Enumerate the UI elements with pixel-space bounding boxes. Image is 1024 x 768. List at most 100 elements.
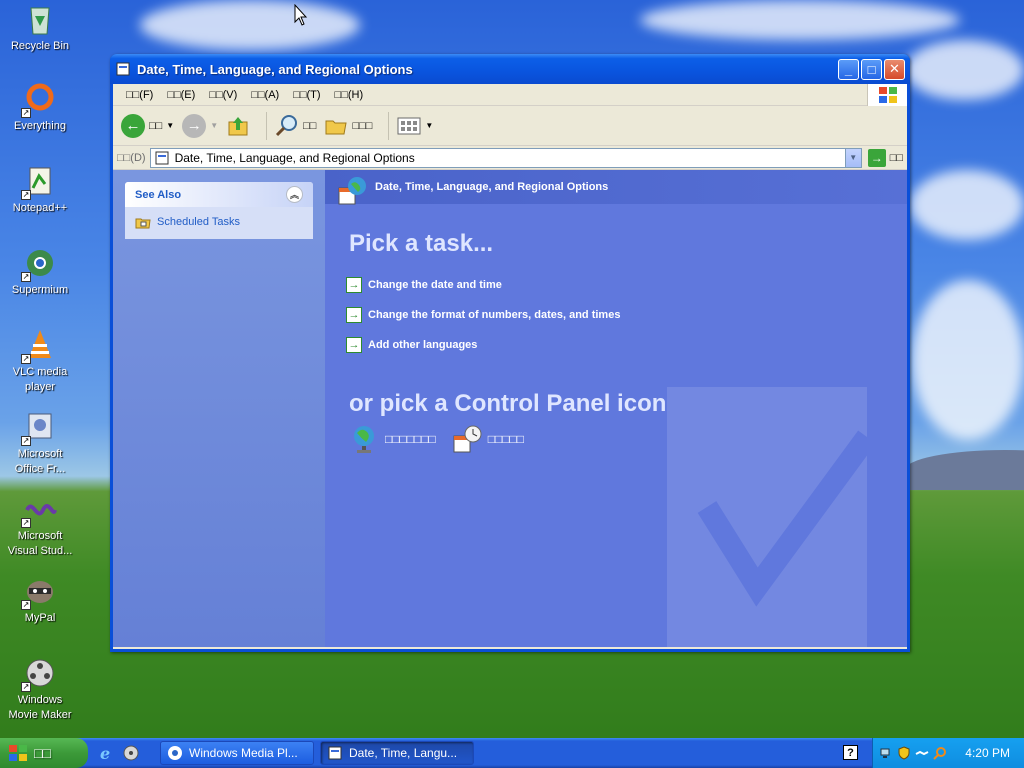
close-button[interactable]: ✕	[884, 58, 905, 80]
desktop-icon-notepadpp[interactable]: ↗ Notepad++	[2, 164, 78, 216]
movie-maker-icon: ↗	[21, 656, 57, 692]
back-arrow-icon: ←	[121, 113, 145, 138]
cable-icon[interactable]	[915, 746, 929, 760]
search-icon	[276, 114, 298, 136]
desktop-icon-label: Supermium	[11, 284, 69, 296]
clock[interactable]: 4:20 PM	[965, 746, 1010, 760]
scheduled-tasks-icon	[135, 218, 151, 229]
task-label: Add other languages	[368, 339, 478, 351]
security-shield-icon[interactable]	[897, 746, 911, 760]
category-banner: Date, Time, Language, and Regional Optio…	[325, 170, 907, 205]
shortcut-arrow-icon: ↗	[21, 600, 31, 610]
everything-icon: ↗	[21, 82, 57, 118]
task-arrow-icon: →	[346, 337, 362, 353]
desktop-icon-label: Microsoft Visual Stud...	[7, 530, 73, 557]
see-also-title: See Also	[135, 188, 182, 201]
taskbar-button-media-player[interactable]: Windows Media Pl...	[160, 741, 314, 765]
shortcut-arrow-icon: ↗	[21, 108, 31, 118]
go-label: □□	[889, 151, 903, 164]
forward-arrow-icon: →	[182, 113, 207, 138]
desktop-icon-office[interactable]: ↗ Microsoft Office Fr...	[2, 410, 78, 477]
minimize-button[interactable]: _	[838, 58, 859, 80]
task-add-languages[interactable]: → Add other languages	[346, 330, 907, 360]
desktop-icon-vlc[interactable]: ↗ VLC media player	[2, 328, 78, 395]
desktop-icon-everything[interactable]: ↗ Everything	[2, 82, 78, 134]
visual-studio-icon: ↗	[21, 492, 57, 528]
shortcut-arrow-icon: ↗	[21, 436, 31, 446]
chevron-down-icon[interactable]: ▼	[425, 121, 433, 130]
menu-bar: □□(F) □□(E) □□(V) □□(A) □□(T) □□(H)	[113, 84, 907, 106]
network-icon[interactable]	[879, 746, 893, 760]
checkmark-watermark-icon	[667, 387, 876, 647]
task-change-format[interactable]: → Change the format of numbers, dates, a…	[346, 300, 907, 330]
taskbar-button-label: Date, Time, Langu...	[349, 746, 458, 760]
folders-button[interactable]: □□□	[324, 114, 372, 138]
mouse-cursor-icon	[294, 4, 308, 26]
collapse-chevron-icon[interactable]: ︽	[286, 186, 303, 203]
folder-icon	[325, 120, 348, 134]
desktop-icon-label: VLC media player	[12, 366, 68, 393]
task-label: Change the format of numbers, dates, and…	[368, 309, 621, 321]
start-label: □□	[34, 745, 51, 761]
address-input[interactable]: Date, Time, Language, and Regional Optio…	[149, 147, 862, 168]
taskbar: □□ e Windows Media Pl... Date, Time, Lan…	[0, 738, 1024, 768]
menu-file[interactable]: □□(F)	[119, 89, 160, 101]
desktop-icon-label: Notepad++	[12, 202, 68, 214]
toolbar-separator	[266, 111, 268, 140]
windows-flag-icon	[9, 745, 27, 761]
task-pane: See Also ︽ Scheduled Tasks	[113, 170, 325, 647]
folders-label: □□□	[352, 119, 373, 132]
chevron-down-icon[interactable]: ▼	[210, 121, 218, 130]
desktop-icon-supermium[interactable]: ↗ Supermium	[2, 246, 78, 298]
notepadpp-icon: ↗	[21, 164, 57, 200]
desktop-icon-mypal[interactable]: ↗ MyPal	[2, 574, 78, 626]
menu-help[interactable]: □□(H)	[328, 89, 371, 101]
taskbar-button-date-time[interactable]: Date, Time, Langu...	[320, 741, 474, 765]
task-change-date-time[interactable]: → Change the date and time	[346, 270, 907, 300]
help-icon[interactable]: ?	[843, 745, 858, 760]
back-button[interactable]: ← □□ ▼	[121, 113, 174, 138]
window-titlebar[interactable]: Date, Time, Language, and Regional Optio…	[110, 54, 910, 84]
desktop-icon-label: Recycle Bin	[10, 40, 70, 52]
menu-edit[interactable]: □□(E)	[160, 89, 202, 101]
up-button[interactable]	[226, 114, 250, 138]
desktop-icon-recycle-bin[interactable]: Recycle Bin	[2, 2, 78, 54]
search-label: □□	[303, 119, 317, 132]
desktop-icon-visual-studio[interactable]: ↗ Microsoft Visual Stud...	[2, 492, 78, 559]
mypal-raccoon-icon: ↗	[21, 574, 57, 610]
scheduled-tasks-link[interactable]: Scheduled Tasks	[135, 215, 303, 229]
regional-options-icon-item[interactable]: □□□□□□□	[349, 424, 436, 454]
views-button[interactable]: ▼	[397, 116, 433, 136]
menu-view[interactable]: □□(V)	[202, 89, 244, 101]
address-label: □□(D)	[117, 151, 146, 164]
forward-button[interactable]: → ▼	[182, 113, 218, 138]
maximize-button[interactable]: □	[861, 58, 882, 80]
shortcut-arrow-icon: ↗	[21, 272, 31, 282]
desktop-icon-movie-maker[interactable]: ↗ Windows Movie Maker	[2, 656, 78, 723]
address-bar: □□(D) Date, Time, Language, and Regional…	[113, 146, 907, 170]
toolbar: ← □□ ▼ → ▼ □□ □□□ ▼	[113, 106, 907, 146]
banner-title: Date, Time, Language, and Regional Optio…	[375, 181, 609, 193]
cp-icon-label: □□□□□	[487, 432, 524, 446]
see-also-header[interactable]: See Also ︽	[125, 182, 313, 207]
chevron-down-icon[interactable]: ▼	[166, 121, 174, 130]
media-player-icon[interactable]	[122, 744, 140, 762]
main-pane: Date, Time, Language, and Regional Optio…	[325, 170, 907, 647]
go-button[interactable]: → □□	[867, 148, 903, 167]
toolbar-separator	[388, 111, 390, 140]
shortcut-arrow-icon: ↗	[21, 354, 31, 364]
task-arrow-icon: →	[346, 307, 362, 323]
control-panel-window: Date, Time, Language, and Regional Optio…	[110, 54, 910, 652]
internet-explorer-icon[interactable]: e	[98, 744, 116, 762]
search-tray-icon[interactable]	[933, 746, 947, 760]
date-time-icon-item[interactable]: □□□□□	[452, 424, 524, 454]
pick-task-heading: Pick a task...	[349, 230, 494, 257]
address-dropdown-button[interactable]: ▼	[844, 148, 861, 167]
desktop-icon-label: Windows Movie Maker	[8, 694, 72, 721]
address-value: Date, Time, Language, and Regional Optio…	[174, 150, 415, 165]
views-grid-icon	[397, 117, 421, 134]
search-button[interactable]: □□	[275, 114, 316, 138]
start-button[interactable]: □□	[0, 738, 88, 768]
menu-tools[interactable]: □□(T)	[286, 89, 327, 101]
menu-favorites[interactable]: □□(A)	[244, 89, 286, 101]
